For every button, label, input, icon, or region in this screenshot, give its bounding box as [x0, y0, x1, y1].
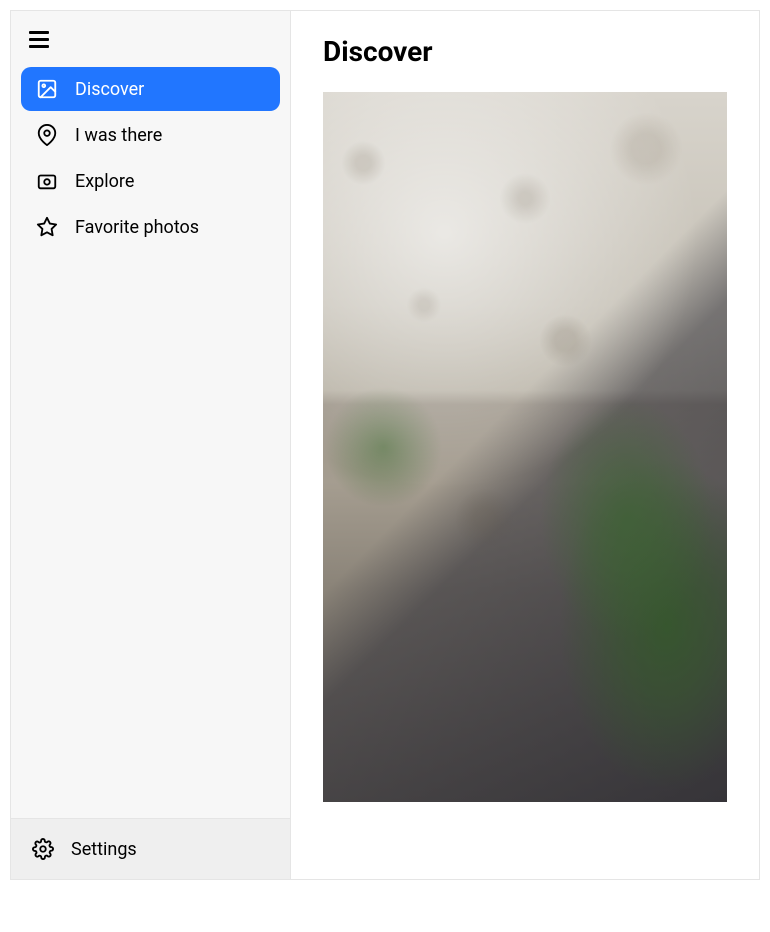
nav-item-explore[interactable]: Explore: [21, 159, 280, 203]
settings-button[interactable]: Settings: [11, 819, 290, 879]
featured-photo[interactable]: [323, 92, 727, 802]
nav-item-favorite-photos[interactable]: Favorite photos: [21, 205, 280, 249]
gear-icon: [31, 837, 55, 861]
nav-item-i-was-there[interactable]: I was there: [21, 113, 280, 157]
nav-list: Discover I was there E: [11, 59, 290, 818]
nav-item-label: Explore: [75, 171, 134, 192]
nav-item-discover[interactable]: Discover: [21, 67, 280, 111]
app-container: Discover I was there E: [10, 10, 760, 880]
map-pin-icon: [35, 123, 59, 147]
main-content: Discover: [291, 11, 759, 879]
hamburger-menu-button[interactable]: [29, 27, 53, 51]
sidebar-header: [11, 11, 290, 59]
settings-label: Settings: [71, 839, 137, 860]
page-title: Discover: [323, 35, 727, 68]
photo-container: [323, 92, 727, 802]
sidebar: Discover I was there E: [11, 11, 291, 879]
image-icon: [35, 77, 59, 101]
camera-icon: [35, 169, 59, 193]
nav-item-label: Discover: [75, 79, 144, 100]
star-icon: [35, 215, 59, 239]
nav-item-label: I was there: [75, 125, 162, 146]
nav-item-label: Favorite photos: [75, 217, 199, 238]
sidebar-footer: Settings: [11, 818, 290, 879]
